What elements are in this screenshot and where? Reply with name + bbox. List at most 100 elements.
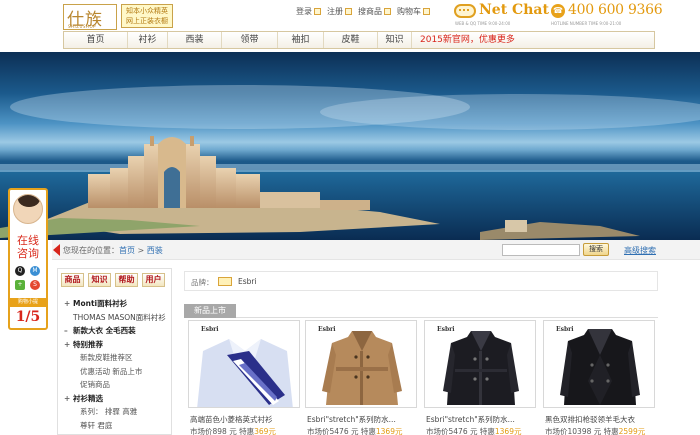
sidebar-item-monti-shirts[interactable]: + Monti面料衬衫 [64,297,170,311]
tab-user[interactable]: 用户 [142,273,165,287]
breadcrumb-bar: 您现在的位置：首页 > 西装 搜索 高级搜索 [52,240,700,260]
online-consult-widget[interactable]: 在线 咨询 Q M + S 购物小提 1/5 [8,188,48,330]
net-chat-subtitle: WEB & QQ TIME 9:00-24:00 [455,21,511,26]
advanced-search-link[interactable]: 高级搜索 [624,245,656,256]
logo-subtext: SHIZUSHOP [68,24,97,29]
sale-price: 1369元 [375,427,403,435]
sidebar-item-recommended[interactable]: + 特别推荐 [64,338,170,352]
chat-icons: Q M [15,266,40,276]
product-brand-tag: Esbri [201,326,219,333]
main-nav: 首页 衬衫 西装 领带 袖扣 皮鞋 知识 2015新官网，优惠更多 [63,31,655,49]
sidebar-item-promotions[interactable]: 促销商品 [64,378,170,392]
nav-item-ties[interactable]: 领带 [222,32,278,48]
product-price: 市场价5476 元 特惠1369元 [426,427,522,435]
sidebar-item-series[interactable]: 系列： 排骤 高雅 [64,405,170,419]
nav-item-shirts[interactable]: 衬衫 [128,32,168,48]
product-image[interactable]: Esbri [424,320,536,408]
nav-item-knowledge[interactable]: 知识 [378,32,412,48]
sidebar-item-series-more[interactable]: 尊轩 君庭 [64,419,170,433]
tan-trench-image [322,331,402,405]
chat-bubble-icon [454,4,476,18]
brand-filter-bar: 品牌： Esbri [184,271,658,291]
product-name[interactable]: 高端苗色小菱格英式衬衫 [190,414,300,425]
add-icon[interactable]: + [15,280,25,290]
tab-products[interactable]: 商品 [61,273,84,287]
breadcrumb: 您现在的位置：首页 > 西装 [63,245,163,256]
register-link[interactable]: 注册 [327,5,352,17]
cart-link[interactable]: 购物车 [397,5,430,17]
nav-item-cufflinks[interactable]: 袖扣 [278,32,324,48]
product-image[interactable]: Esbri [188,320,300,408]
search-products-label: 搜商品 [358,6,382,16]
cart-label: 购物车 [397,6,421,16]
online-consult-line-1: 在线 [17,234,39,247]
sale-price: 2599元 [618,427,646,435]
sidebar-item-offers-new[interactable]: 优惠活动 新品上市 [64,365,170,379]
product-price: 市场价10398 元 特惠2599元 [545,427,646,435]
product-brand-tag: Esbri [556,326,574,333]
brand-logo-icon[interactable] [218,277,232,286]
sidebar-item-shoes-recommend[interactable]: 新款皮鞋推荐区 [64,351,170,365]
search-products-box-icon [384,7,391,15]
new-arrivals-header: 新品上市 [184,304,658,318]
product-name[interactable]: Esbri"stretch"系列防水... [426,414,536,425]
search-button[interactable]: 搜索 [583,243,609,256]
search-input[interactable] [502,244,580,256]
nav-promo-link[interactable]: 2015新官网，优惠更多 [412,32,652,48]
cart-tip-label: 购物小提 [10,298,46,307]
search-products-link[interactable]: 搜商品 [358,5,391,17]
msn-icon[interactable]: M [30,266,40,276]
product-name[interactable]: 黑色双排扣枪驳领羊毛大衣 [545,414,655,425]
black-trench-image [443,331,519,405]
nav-item-suits[interactable]: 西装 [168,32,222,48]
agent-avatar [13,194,43,224]
sidebar-category-list: + Monti面料衬衫 THOMAS MASON面料衬衫 – 新款大衣 全毛西装 +… [64,297,170,432]
cart-box-icon [423,7,430,15]
skype-icon[interactable]: S [30,280,40,290]
shirt-image [197,339,293,407]
product-card: Esbri 黑色双排扣枪驳领羊毛大衣 市场价10398 元 特惠2599元 [543,320,655,435]
login-link[interactable]: 登录 [296,5,321,17]
site-logo[interactable]: 仕族 SHIZUSHOP [63,4,117,30]
online-consult-label: 在线 咨询 [10,234,46,260]
product-image[interactable]: Esbri [543,320,655,408]
new-arrivals-tab[interactable]: 新品上市 [184,304,236,318]
hero-banner-scene [0,85,700,240]
breadcrumb-separator: > [135,246,147,255]
brand-label: 品牌： [191,278,214,287]
site-header: 仕族 SHIZUSHOP 知本小众精英 网上正装衣橱 登录 注册 搜商品 购物车… [0,0,700,52]
phone-icon: ☎ [551,4,565,18]
tab-knowledge[interactable]: 知识 [88,273,111,287]
online-consult-line-2: 咨询 [17,247,39,260]
sale-price: 369元 [254,427,276,435]
product-card: Esbri Esbri"stretch"系列防水... 市场价5476 元 特惠… [424,320,536,435]
nav-item-home[interactable]: 首页 [64,32,128,48]
sidebar-item-shirt-selection[interactable]: + 衬衫精选 [64,392,170,406]
nav-item-shoes[interactable]: 皮鞋 [324,32,378,48]
cart-tip-count[interactable]: 1/5 [10,309,46,325]
product-image[interactable]: Esbri [305,320,417,408]
net-chat-title: Net Chat [479,2,549,18]
product-name[interactable]: Esbri"stretch"系列防水... [307,414,417,425]
sidebar-item-thomas-mason-shirts[interactable]: THOMAS MASON面料衬衫 [64,311,170,325]
breadcrumb-home[interactable]: 首页 [119,246,135,255]
login-label: 登录 [296,6,312,16]
tab-help[interactable]: 帮助 [115,273,138,287]
product-price: 市场价5476 元 特惠1369元 [307,427,403,435]
breadcrumb-current[interactable]: 西装 [147,246,163,255]
hotline-subtitle: HOTLINE NUMBER TIME 9:00-21:00 [551,21,622,26]
slogan-line-1: 知本小众精英 [126,7,168,15]
chat-icons-row-2: + S [15,280,40,290]
product-brand-tag: Esbri [437,326,455,333]
qq-icon[interactable]: Q [15,266,25,276]
brand-name[interactable]: Esbri [238,277,257,286]
hero-banner[interactable] [0,52,700,240]
top-links: 登录 注册 搜商品 购物车 [296,5,430,17]
product-price: 市场价898 元 特惠369元 [190,427,276,435]
sidebar-item-coats-suits[interactable]: – 新款大衣 全毛西装 [64,324,170,338]
net-chat-button[interactable]: Net Chat WEB & QQ TIME 9:00-24:00 [454,2,549,28]
product-brand-tag: Esbri [318,326,336,333]
slogan-badge: 知本小众精英 网上正装衣橱 [121,4,173,28]
wool-coat-image [560,329,640,405]
sale-price: 1369元 [494,427,522,435]
